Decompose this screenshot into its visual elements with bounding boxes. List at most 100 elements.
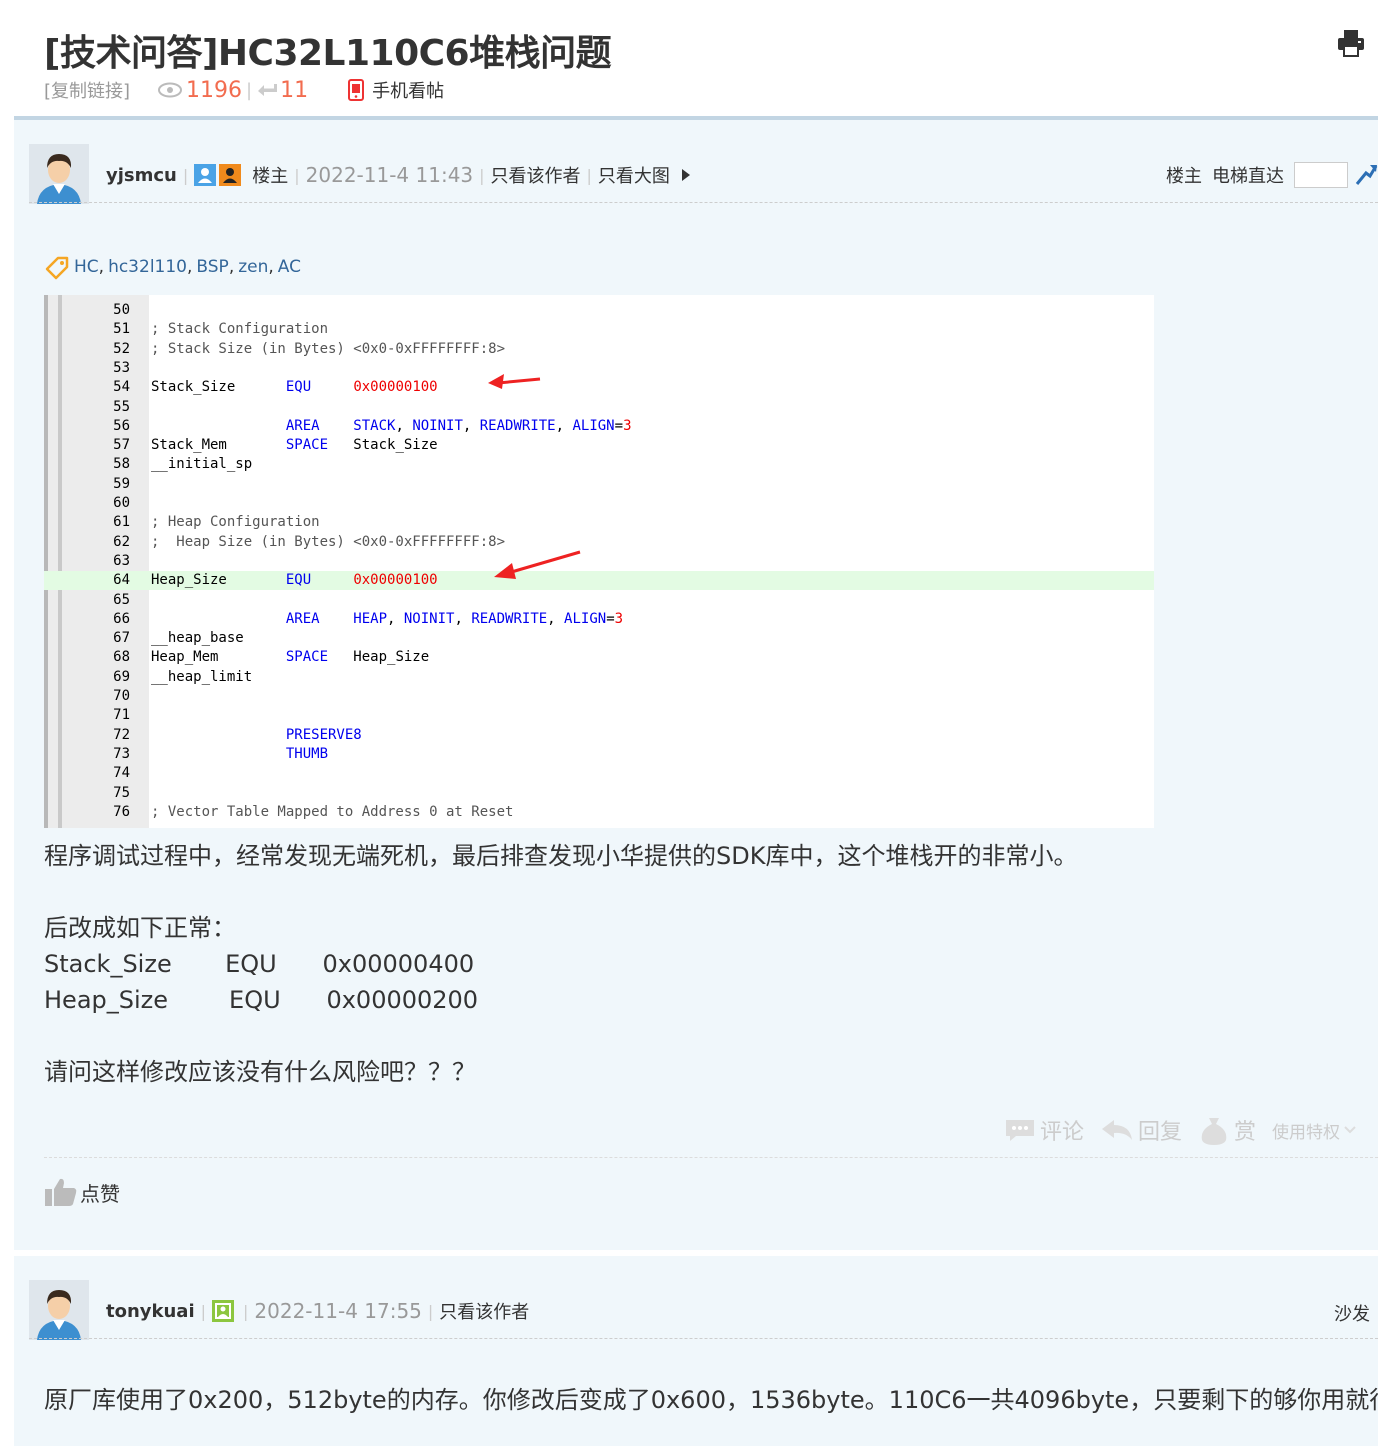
copy-link-button[interactable]: [复制链接] — [44, 77, 130, 103]
author-divider — [29, 1338, 1378, 1339]
like-button[interactable]: 点赞 — [44, 1176, 120, 1208]
line-number: 54 — [113, 379, 130, 396]
print-icon[interactable] — [1336, 28, 1366, 58]
view-count: 1196 — [186, 77, 243, 103]
post-2: tonykuai | | 2022-11-4 17:55 | 只看该作者 沙发 … — [14, 1256, 1378, 1446]
floor-jump-input[interactable] — [1294, 162, 1348, 188]
post-date: 2022-11-4 11:43 — [305, 163, 474, 187]
code-line: 72 PRESERVE8 — [44, 726, 1154, 745]
code-text: AREA HEAP, NOINIT, READWRITE, ALIGN=3 — [285, 610, 624, 627]
red-arrow-icon — [494, 550, 581, 579]
tag-list: HC, hc32l110, BSP, zen, AC — [44, 254, 301, 280]
line-number: 69 — [113, 668, 130, 685]
red-arrow-icon — [488, 374, 541, 389]
comment-label: 评论 — [1039, 1120, 1084, 1145]
separator: | — [479, 165, 485, 185]
code-text: Heap_Mem SPACE Heap_Size — [151, 649, 430, 666]
tag-link[interactable]: hc32l110 — [108, 257, 187, 277]
code-text: __initial_sp — [151, 456, 253, 473]
tag-separator: , — [228, 257, 235, 277]
line-number: 61 — [113, 514, 130, 531]
code-line: 67 __heap_base — [44, 629, 1154, 648]
phone-icon — [348, 79, 365, 101]
floor-label[interactable]: 沙发 — [1334, 1300, 1370, 1326]
tag-link[interactable]: AC — [278, 257, 301, 277]
line-number: 52 — [113, 340, 130, 357]
line-number: 64 — [113, 572, 130, 589]
separator: | — [294, 165, 300, 185]
user-avatar-icon — [29, 1280, 89, 1340]
original-poster-label: 楼主 — [252, 166, 289, 187]
tag-icon — [45, 256, 69, 280]
reply-count: 11 — [280, 77, 309, 103]
reward-button[interactable]: 赏 — [1198, 1114, 1256, 1146]
thumbs-up-icon — [45, 1178, 77, 1206]
code-line: 59 — [44, 475, 1154, 494]
eye-icon — [158, 82, 183, 98]
code-screenshot-image[interactable]: 50 51 ; Stack Configuration 52 ; Stack Size … — [44, 295, 1154, 828]
code-line: 54 Stack_Size EQU 0x00000100 — [44, 378, 1154, 397]
post-paragraph: 程序调试过程中，经常发现无端死机，最后排查发现小华提供的SDK库中，这个堆栈开的… — [44, 842, 1078, 870]
floor-tools: 楼主 电梯直达 — [1166, 162, 1378, 188]
line-number: 70 — [113, 688, 130, 704]
code-text: ; Heap Configuration — [151, 514, 320, 531]
post-actions: 评论 回复 赏 使用特权 — [988, 1114, 1360, 1146]
line-number: 57 — [113, 437, 130, 454]
floor-label: 楼主 — [1166, 166, 1202, 187]
line-number: 76 — [113, 803, 130, 820]
tag-link[interactable]: HC — [74, 257, 99, 277]
code-text: __heap_limit — [151, 668, 253, 685]
post-paragraph: Heap_Size EQU 0x00000200 — [44, 986, 479, 1014]
tag-link[interactable]: zen — [238, 257, 268, 277]
code-line: 64 Heap_Size EQU 0x00000100 — [44, 571, 1154, 591]
author-name[interactable]: tonykuai — [106, 1301, 195, 1322]
separator: | — [200, 1301, 207, 1321]
line-number: 68 — [113, 649, 130, 666]
only-author-link[interactable]: 只看该作者 — [491, 162, 581, 188]
code-text: ; Stack Configuration — [151, 321, 329, 338]
separator: | — [586, 165, 592, 185]
tag-link[interactable]: BSP — [196, 257, 228, 277]
code-line: 61 ; Heap Configuration — [44, 513, 1154, 532]
code-line: 55 — [44, 398, 1154, 417]
member-level-icon — [212, 1300, 235, 1322]
code-text: THUMB — [285, 745, 329, 762]
privilege-menu[interactable]: 使用特权 — [1272, 1118, 1360, 1143]
code-text: Heap_Size EQU 0x00000100 — [151, 572, 438, 589]
thread-meta: [复制链接] 1196 | 11 手机看帖 — [44, 76, 444, 104]
play-arrow-icon[interactable] — [680, 168, 692, 182]
separator: | — [182, 165, 189, 185]
separator: | — [243, 1301, 249, 1321]
privilege-label: 使用特权 — [1272, 1122, 1340, 1143]
mobile-view-link[interactable]: 手机看帖 — [348, 77, 444, 103]
reply-icon — [1101, 1120, 1132, 1140]
comment-button[interactable]: 评论 — [1004, 1114, 1084, 1146]
code-line: 58 __initial_sp — [44, 455, 1154, 474]
code-line: 57 Stack_Mem SPACE Stack_Size — [44, 436, 1154, 455]
only-big-image-link[interactable]: 只看大图 — [598, 162, 670, 188]
comment-icon — [1005, 1120, 1034, 1141]
line-number: 59 — [113, 475, 130, 492]
only-author-link[interactable]: 只看该作者 — [439, 1298, 529, 1324]
line-number: 72 — [113, 726, 130, 743]
code-line: 70 — [44, 687, 1154, 706]
line-number: 73 — [113, 745, 130, 762]
line-number: 58 — [113, 456, 130, 473]
code-text: ; Stack Size (in Bytes) <0x0-0xFFFFFFFF:… — [151, 340, 506, 357]
avatar[interactable] — [29, 1280, 89, 1340]
post-paragraph: Stack_Size EQU 0x00000400 — [44, 950, 475, 978]
tag-separator: , — [268, 257, 274, 277]
thread-title: [技术问答]HC32L110C6堆栈问题 — [44, 33, 612, 74]
line-number: 65 — [113, 591, 130, 608]
avatar[interactable] — [29, 144, 89, 204]
author-name[interactable]: yjsmcu — [106, 165, 177, 186]
code-line: 68 Heap_Mem SPACE Heap_Size — [44, 648, 1154, 667]
code-text: Stack_Mem SPACE Stack_Size — [151, 437, 438, 454]
post-1: yjsmcu | 楼主 | 2022-11-4 11:43 | 只看该作者 | … — [14, 120, 1378, 1250]
code-line: 62 ; Heap Size (in Bytes) <0x0-0xFFFFFFFF… — [44, 533, 1154, 552]
moderator-badge-icon — [219, 164, 242, 186]
line-number: 63 — [113, 552, 130, 569]
code-line: 74 — [44, 764, 1154, 783]
reply-button[interactable]: 回复 — [1100, 1114, 1182, 1146]
jump-arrow-icon[interactable] — [1354, 162, 1378, 188]
